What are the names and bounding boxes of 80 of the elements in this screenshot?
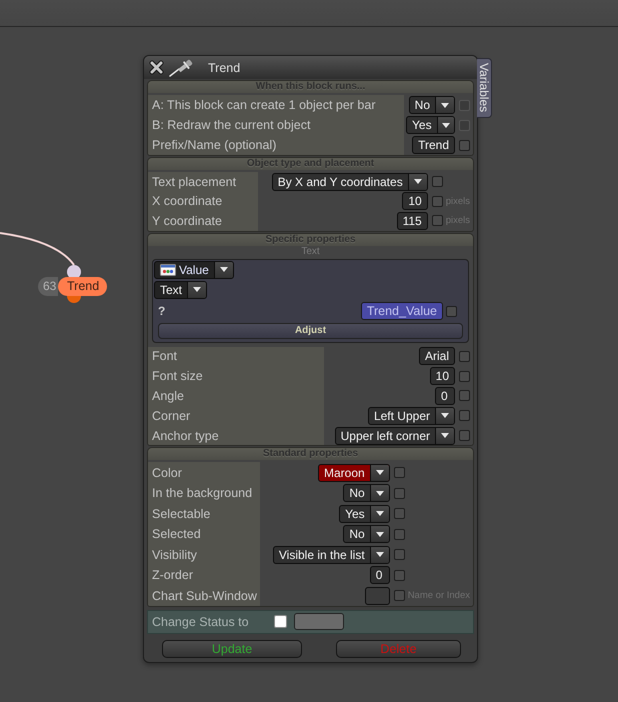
checkbox[interactable] [394, 549, 405, 560]
field-label: Y coordinate [148, 211, 258, 230]
input-port-icon[interactable] [67, 265, 81, 277]
text-field[interactable]: 0 [435, 386, 455, 405]
field-label: Angle [148, 386, 324, 406]
text-field[interactable]: Trend [412, 136, 455, 154]
checkbox[interactable] [432, 215, 443, 226]
field-label: Chart Sub-Window [148, 585, 260, 606]
checkbox[interactable] [432, 196, 443, 207]
select-dropdown[interactable]: Upper left corner [334, 426, 455, 445]
field-label: Prefix/Name (optional) [148, 135, 404, 155]
field-label: B: Redraw the current object [148, 115, 404, 135]
checkbox[interactable] [394, 590, 405, 602]
checkbox[interactable] [459, 140, 470, 150]
checkbox[interactable] [394, 508, 405, 520]
field-label: Visibility [148, 544, 260, 565]
field-label: Selected [148, 524, 260, 544]
type-dropdown[interactable]: Text [154, 280, 208, 298]
checkbox[interactable] [459, 410, 470, 422]
field-label: Corner [148, 406, 324, 426]
caret-icon [435, 408, 454, 424]
field-label: Font size [148, 366, 324, 386]
window-title: Trend [208, 60, 240, 74]
caret-icon [435, 97, 454, 113]
select-dropdown[interactable]: By X and Y coordinates [272, 172, 428, 191]
field-label: Selectable [148, 503, 260, 524]
field-label: In the background [148, 482, 260, 504]
select-dropdown[interactable]: Yes [339, 504, 390, 523]
caret-icon [370, 485, 389, 502]
caret-icon [187, 282, 206, 298]
checkbox[interactable] [459, 390, 470, 402]
checkbox[interactable] [394, 570, 405, 581]
text-field[interactable]: 10 [402, 192, 428, 210]
select-dropdown[interactable]: Left Upper [368, 406, 455, 425]
caret-icon [370, 546, 389, 563]
field-label: X coordinate [148, 192, 258, 211]
node-count: 63 [38, 277, 58, 296]
text-field[interactable]: 10 [430, 367, 455, 386]
caret-icon [436, 117, 454, 133]
checkbox[interactable] [459, 370, 470, 382]
field-label: A: This block can create 1 object per bar [148, 95, 404, 115]
checkbox[interactable] [274, 615, 287, 628]
field-label: Font [148, 346, 324, 366]
prompt-label: ? [157, 304, 166, 318]
caret-icon [370, 506, 389, 522]
checkbox[interactable] [446, 306, 457, 316]
caret-icon [408, 174, 427, 190]
checkbox[interactable] [394, 488, 405, 499]
checkbox[interactable] [432, 176, 443, 188]
caret-icon [370, 526, 389, 542]
adjust-button[interactable]: Adjust [158, 322, 463, 338]
field-label: Z-order [148, 564, 260, 586]
field-label: Anchor type [148, 426, 324, 446]
text-field[interactable]: 115 [396, 212, 428, 230]
pin-icon[interactable] [169, 58, 194, 76]
checkbox[interactable] [459, 350, 470, 362]
close-icon[interactable] [149, 60, 164, 75]
variables-tab[interactable]: Variables [477, 58, 492, 118]
checkbox[interactable] [394, 528, 405, 540]
caret-icon [214, 262, 233, 278]
status-field[interactable] [294, 613, 344, 630]
select-dropdown[interactable]: No [343, 484, 390, 502]
text-field[interactable]: 0 [370, 566, 390, 584]
output-port-icon[interactable] [67, 296, 81, 303]
variable-field[interactable]: Trend_Value [360, 302, 443, 320]
text-field[interactable] [364, 586, 390, 605]
caret-icon [435, 428, 454, 444]
caret-icon [370, 464, 389, 481]
source-dropdown[interactable]: Value [154, 260, 234, 278]
select-dropdown[interactable]: No [343, 525, 390, 544]
text-field[interactable]: Arial [418, 347, 455, 366]
select-dropdown[interactable]: Maroon [318, 464, 390, 482]
field-label: Color [148, 462, 260, 483]
checkbox[interactable] [394, 467, 405, 478]
window-dots-icon [160, 264, 176, 276]
select-dropdown[interactable]: Visible in the list [272, 546, 390, 564]
status-label: Change Status to [152, 614, 250, 629]
node-block[interactable]: Trend [58, 277, 108, 296]
checkbox[interactable] [459, 430, 470, 442]
field-label: Text placement [148, 172, 258, 192]
